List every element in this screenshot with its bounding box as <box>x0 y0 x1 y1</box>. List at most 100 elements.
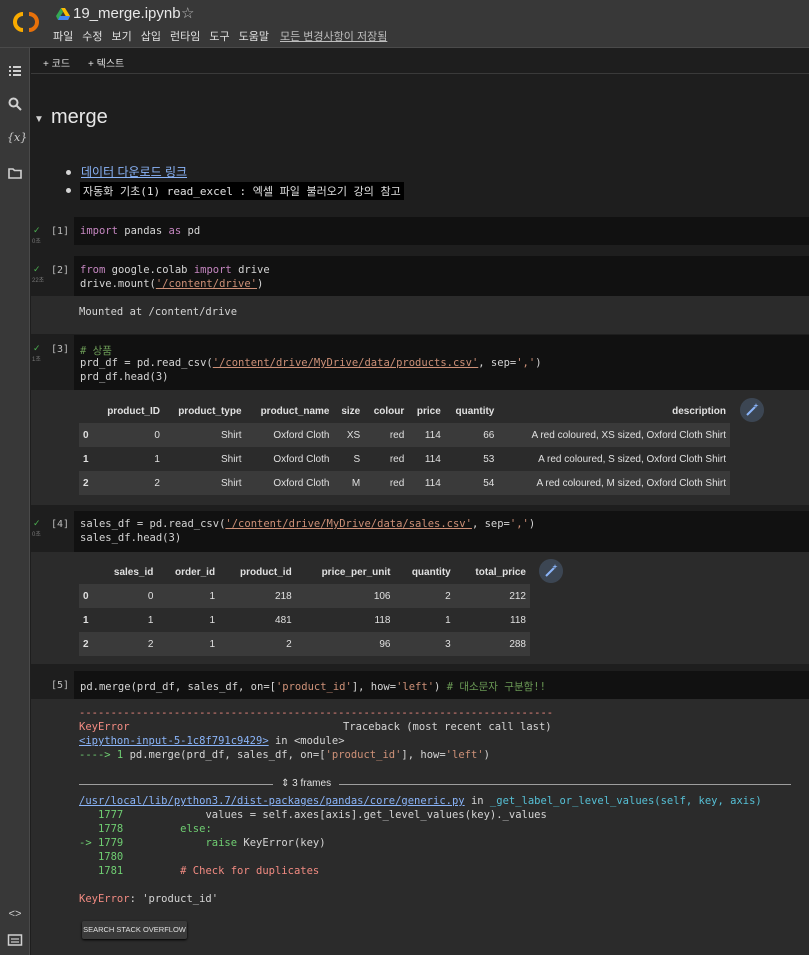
sales-column-header: total_price <box>475 566 526 578</box>
traceback-dashes: ----------------------------------------… <box>79 707 554 719</box>
table-cell: M <box>351 477 361 489</box>
exec-time: 0초 <box>32 532 41 538</box>
table-cell: 2 <box>154 477 160 489</box>
table-cell: 2 <box>147 638 154 650</box>
exec-count: [5] <box>51 680 70 691</box>
search-stack-overflow-button[interactable]: SEARCH STACK OVERFLOW <box>82 921 187 939</box>
collapse-section-icon[interactable]: ▼ <box>34 114 44 125</box>
notebook-title[interactable]: 19_merge.ipynb <box>73 5 181 22</box>
products-column-header: quantity <box>455 405 495 417</box>
bullet-dot <box>66 188 71 193</box>
menu-help[interactable]: 도움말 <box>239 28 269 44</box>
magic-wand-icon[interactable] <box>740 398 764 422</box>
sales-column-header: sales_id <box>113 566 154 578</box>
table-of-contents-icon[interactable] <box>7 63 23 79</box>
code-comment: # 상품 <box>80 345 112 357</box>
table-cell: red <box>389 453 405 465</box>
traceback-input-line: <ipython-input-5-1c8f791c9429> in <modul… <box>79 735 345 747</box>
variables-icon[interactable]: {x} <box>7 130 27 146</box>
table-cell: 1 <box>147 614 154 626</box>
table-cell: 481 <box>275 614 292 626</box>
ipython-input-link[interactable]: <ipython-input-5-1c8f791c9429> <box>79 735 269 747</box>
table-row: 2 2 1 2 96 3 288 <box>79 632 530 656</box>
run-success-icon: ✓ <box>33 264 41 274</box>
table-cell: Oxford Cloth <box>273 453 330 465</box>
code-line: import pandas as pd <box>80 225 201 237</box>
terminal-icon[interactable] <box>7 932 23 948</box>
table-cell: A red coloured, S sized, Oxford Cloth Sh… <box>538 453 726 465</box>
code-line: from google.colab import drive <box>80 264 270 276</box>
row-index: 1 <box>83 614 89 626</box>
saved-status-link[interactable]: 모든 변경사항이 저장됨 <box>280 28 387 44</box>
menu-file[interactable]: 파일 <box>53 28 73 44</box>
code-snippets-icon[interactable]: <> <box>7 906 23 922</box>
table-row: 0 0 1 218 106 2 212 <box>79 584 530 608</box>
exec-time: 0초 <box>32 239 41 245</box>
code-line: sales_df.head(3) <box>80 532 182 544</box>
table-cell: 114 <box>424 429 441 441</box>
menu-tools[interactable]: 도구 <box>209 28 229 44</box>
products-dataframe: product_ID product_type product_name size co… <box>79 399 730 495</box>
table-cell: A red coloured, M sized, Oxford Cloth Sh… <box>536 477 726 489</box>
add-code-button[interactable]: + 코드 <box>43 55 70 70</box>
table-cell: 114 <box>424 477 441 489</box>
table-cell: 288 <box>509 638 526 650</box>
code-line: prd_df.head(3) <box>80 371 169 383</box>
menu-insert[interactable]: 삽입 <box>141 28 161 44</box>
table-cell: Shirt <box>220 453 242 465</box>
exec-count: [2] <box>51 265 70 276</box>
traceback-code-line: 1780 <box>79 851 124 863</box>
reference-note: 자동화 기초(1) read_excel : 엑셀 파일 불러오기 강의 참고 <box>80 182 404 200</box>
table-cell: 0 <box>147 590 154 602</box>
menu-edit[interactable]: 수정 <box>82 28 102 44</box>
code-line: sales_df = pd.read_csv('/content/drive/M… <box>80 518 536 530</box>
search-icon[interactable] <box>7 96 23 112</box>
magic-wand-icon[interactable] <box>539 559 563 583</box>
code-line: pd.merge(prd_df, sales_df, on=['product_… <box>80 681 546 693</box>
products-column-header: product_name <box>260 405 330 417</box>
products-column-header: size <box>341 405 361 417</box>
sales-column-header: price_per_unit <box>321 566 391 578</box>
sales-column-header <box>79 560 96 584</box>
table-cell: 1 <box>209 614 216 626</box>
google-drive-icon <box>56 8 70 20</box>
exec-time: 22초 <box>32 278 45 284</box>
data-download-link[interactable]: 데이터 다운로드 링크 <box>81 163 187 180</box>
frames-separator <box>79 784 791 785</box>
sales-column-header: product_id <box>240 566 292 578</box>
products-column-header: product_ID <box>107 405 160 417</box>
add-text-button[interactable]: + 텍스트 <box>88 55 124 70</box>
code-cell-2[interactable] <box>74 256 809 296</box>
traceback-code-line: 1778 else: <box>79 823 212 835</box>
row-index: 2 <box>83 477 89 489</box>
table-cell: 2 <box>445 590 451 602</box>
traceback-header: Traceback (most recent call last) <box>343 721 552 733</box>
table-cell: 106 <box>373 590 391 602</box>
menu-view[interactable]: 보기 <box>112 28 132 44</box>
products-column-header: product_type <box>178 405 242 417</box>
table-cell: 54 <box>483 477 495 489</box>
source-file-link[interactable]: /usr/local/lib/python3.7/dist-packages/p… <box>79 795 465 807</box>
exec-count: [1] <box>51 226 70 237</box>
traceback-code-line: -> 1779 raise KeyError(key) <box>79 837 326 849</box>
table-cell: 1 <box>209 590 216 602</box>
exec-count: [4] <box>51 519 70 530</box>
table-row: 2 2 Shirt Oxford Cloth Mred 114 54 A red colour… <box>79 471 730 495</box>
colab-logo-icon[interactable] <box>10 9 42 35</box>
run-success-icon: ✓ <box>33 518 41 528</box>
table-cell: 118 <box>510 614 526 626</box>
traceback-file-line: /usr/local/lib/python3.7/dist-packages/p… <box>79 795 762 807</box>
sales-column-header: quantity <box>411 566 451 578</box>
app-header: 19_merge.ipynb ☆ 파일 수정 보기 삽입 런타임 도구 도움말 … <box>0 0 809 48</box>
menu-runtime[interactable]: 런타임 <box>170 28 200 44</box>
expand-frames-toggle[interactable]: ⇕ 3 frames <box>273 778 340 789</box>
bullet-dot <box>66 170 71 175</box>
table-cell: 1 <box>209 638 216 650</box>
table-cell: Shirt <box>220 429 242 441</box>
folder-icon[interactable] <box>7 165 23 181</box>
output-text: Mounted at /content/drive <box>79 306 238 318</box>
table-cell: 96 <box>379 638 391 650</box>
table-cell: S <box>353 453 361 465</box>
star-icon[interactable]: ☆ <box>181 4 194 22</box>
exec-count: [3] <box>51 344 70 355</box>
